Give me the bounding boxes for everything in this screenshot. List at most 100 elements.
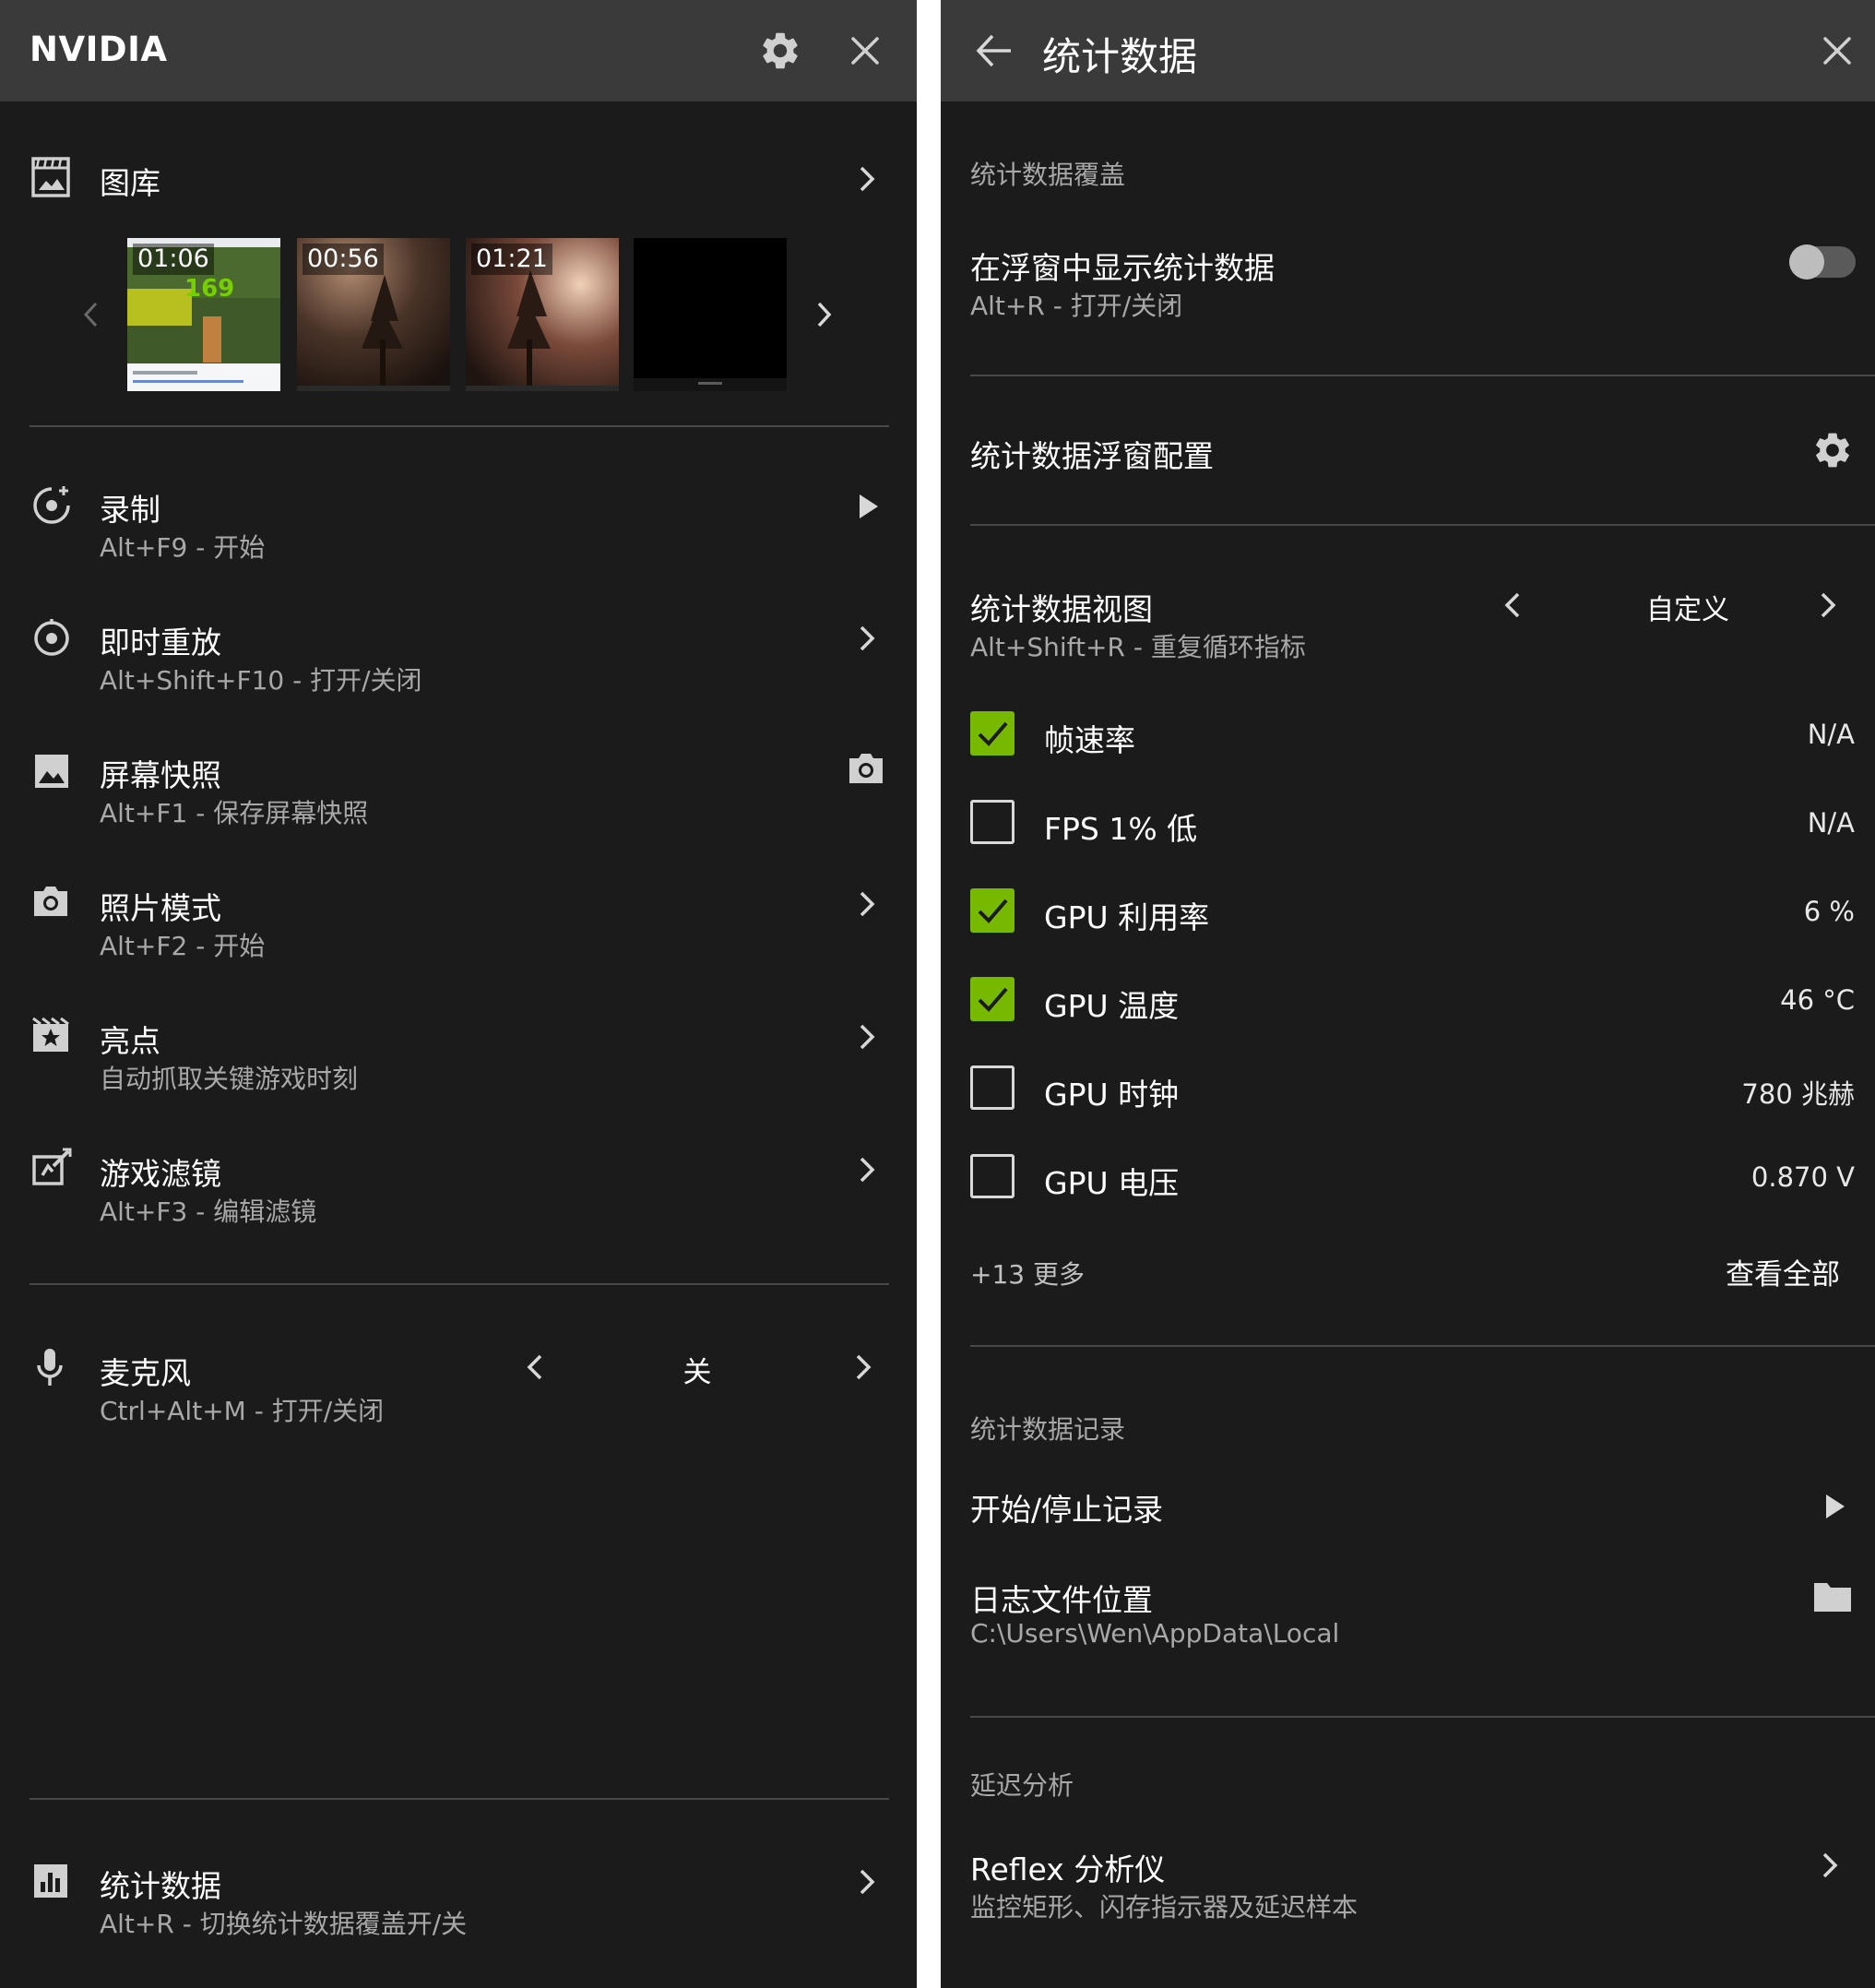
overlay-config-label: 统计数据浮窗配置 — [970, 438, 1214, 474]
microphone-prev-icon[interactable] — [524, 1352, 546, 1382]
menu-shortcut: Alt+F1 - 保存屏幕快照 — [100, 798, 369, 828]
chevron-right-icon[interactable] — [1819, 1851, 1841, 1880]
start-stop-recording-row[interactable]: 开始/停止记录 — [941, 1480, 1875, 1535]
metric-value: N/A — [1807, 807, 1855, 839]
menu-item-photo-mode[interactable]: 照片模式 Alt+F2 - 开始 — [0, 869, 917, 970]
stats-view-next-icon[interactable] — [1817, 590, 1839, 620]
gallery-row[interactable]: 图库 — [0, 138, 917, 221]
thumbnail-fps-readout: 169 — [184, 275, 235, 303]
show-in-overlay-toggle[interactable] — [1789, 244, 1856, 280]
chevron-right-icon[interactable] — [856, 889, 878, 919]
chevron-right-icon[interactable] — [856, 1022, 878, 1052]
statistics-chart-icon — [33, 1863, 68, 1899]
menu-item-game-filter[interactable]: 游戏滤镜 Alt+F3 - 编辑滤镜 — [0, 1135, 917, 1236]
camera-icon[interactable] — [847, 751, 885, 786]
metric-label: FPS 1% 低 — [1044, 811, 1198, 847]
statistics-panel: 统计数据 统计数据覆盖 在浮窗中显示统计数据 Alt+R - 打开/关闭 统计数… — [941, 0, 1875, 1988]
play-icon[interactable] — [858, 493, 880, 520]
menu-shortcut: Alt+F3 - 编辑滤镜 — [100, 1196, 317, 1227]
menu-label: 录制 — [100, 492, 160, 528]
microphone-next-icon[interactable] — [852, 1352, 874, 1382]
menu-item-instant-replay[interactable]: 即时重放 Alt+Shift+F10 - 打开/关闭 — [0, 603, 917, 705]
image-icon — [33, 753, 70, 790]
microphone-shortcut: Ctrl+Alt+M - 打开/关闭 — [100, 1396, 385, 1426]
metric-checkbox-checked[interactable] — [970, 888, 1015, 933]
gallery-scroll-right-icon[interactable] — [813, 301, 834, 328]
settings-gear-icon[interactable] — [1811, 429, 1854, 471]
menu-label: 即时重放 — [100, 625, 221, 661]
divider — [30, 1283, 889, 1285]
menu-item-highlights[interactable]: 亮点 自动抓取关键游戏时刻 — [0, 1002, 917, 1103]
metric-checkbox-unchecked[interactable] — [970, 1065, 1015, 1110]
reflex-analyzer-description: 监控矩形、闪存指示器及延迟样本 — [970, 1892, 1359, 1923]
divider — [970, 1345, 1875, 1347]
log-file-location-label: 日志文件位置 — [970, 1582, 1153, 1618]
microphone-icon — [35, 1347, 65, 1387]
nvidia-overlay-panel: NVIDIA 图库 169 01:06 00:56 01:21 录制 Alt+F… — [0, 0, 917, 1988]
metric-label: GPU 温度 — [1044, 988, 1180, 1024]
log-file-location-row[interactable]: 日志文件位置 C:\Users\Wen\AppData\Local — [941, 1572, 1875, 1664]
gallery-thumbnail-2[interactable]: 00:56 — [297, 238, 450, 391]
reflex-analyzer-row[interactable]: Reflex 分析仪 监控矩形、闪存指示器及延迟样本 — [941, 1839, 1875, 1932]
gallery-label: 图库 — [100, 165, 160, 201]
section-heading-recording: 统计数据记录 — [970, 1414, 1126, 1445]
divider — [30, 425, 889, 427]
metric-value: 6 % — [1803, 896, 1855, 927]
menu-label: 游戏滤镜 — [100, 1156, 221, 1192]
gallery-thumbnail-1[interactable]: 169 01:06 — [127, 238, 280, 391]
right-title-bar: 统计数据 — [941, 0, 1875, 101]
gallery-chevron-right-icon[interactable] — [856, 164, 878, 194]
menu-shortcut: Alt+F2 - 开始 — [100, 931, 266, 961]
metric-value: 46 °C — [1780, 984, 1855, 1016]
reflex-analyzer-label: Reflex 分析仪 — [970, 1851, 1166, 1887]
divider — [970, 524, 1875, 526]
metric-value: 0.870 V — [1750, 1161, 1855, 1193]
menu-shortcut: 自动抓取关键游戏时刻 — [100, 1064, 359, 1094]
stats-view-prev-icon[interactable] — [1501, 590, 1524, 620]
metric-label: GPU 利用率 — [1044, 899, 1210, 935]
gallery-icon — [31, 157, 70, 197]
show-in-overlay-row: 在浮窗中显示统计数据 Alt+R - 打开/关闭 — [941, 234, 1875, 327]
metric-row-fps-low[interactable]: FPS 1% 低 N/A — [941, 799, 1875, 851]
menu-item-record[interactable]: 录制 Alt+F9 - 开始 — [0, 470, 917, 572]
metric-label: 帧速率 — [1044, 722, 1135, 758]
chevron-right-icon[interactable] — [856, 624, 878, 653]
gallery-thumbnail-3[interactable]: 01:21 — [466, 238, 619, 391]
instant-replay-icon — [31, 618, 72, 659]
gallery-thumbnail-4[interactable] — [634, 238, 787, 391]
show-in-overlay-shortcut: Alt+R - 打开/关闭 — [970, 291, 1183, 321]
metric-row-gpu-utilization[interactable]: GPU 利用率 6 % — [941, 887, 1875, 939]
statistics-label: 统计数据 — [100, 1868, 221, 1904]
left-title-bar: NVIDIA — [0, 0, 917, 101]
stats-view-value: 自定义 — [1646, 594, 1729, 626]
settings-gear-icon[interactable] — [758, 29, 802, 73]
filter-icon — [31, 1148, 72, 1186]
metric-checkbox-checked[interactable] — [970, 711, 1015, 756]
metric-row-gpu-temperature[interactable]: GPU 温度 46 °C — [941, 976, 1875, 1028]
stats-view-row: 统计数据视图 Alt+Shift+R - 重复循环指标 自定义 — [941, 579, 1875, 672]
metric-row-gpu-voltage[interactable]: GPU 电压 0.870 V — [941, 1153, 1875, 1205]
log-file-path: C:\Users\Wen\AppData\Local — [970, 1618, 1340, 1649]
back-arrow-icon[interactable] — [976, 33, 1013, 68]
metric-label: GPU 电压 — [1044, 1165, 1180, 1201]
view-all-button[interactable]: 查看全部 — [1726, 1251, 1840, 1292]
overlay-config-row[interactable]: 统计数据浮窗配置 — [941, 424, 1875, 480]
stats-view-label: 统计数据视图 — [970, 591, 1153, 627]
metric-row-gpu-clock[interactable]: GPU 时钟 780 兆赫 — [941, 1065, 1875, 1116]
metric-checkbox-unchecked[interactable] — [970, 1154, 1015, 1198]
folder-icon[interactable] — [1813, 1581, 1852, 1613]
close-icon[interactable] — [1821, 34, 1854, 67]
more-metrics-count: +13 更多 — [970, 1259, 1085, 1290]
stats-view-shortcut: Alt+Shift+R - 重复循环指标 — [970, 632, 1306, 662]
chevron-right-icon[interactable] — [856, 1867, 878, 1897]
menu-item-screenshot[interactable]: 屏幕快照 Alt+F1 - 保存屏幕快照 — [0, 736, 917, 838]
metric-checkbox-unchecked[interactable] — [970, 800, 1015, 844]
close-icon[interactable] — [848, 34, 882, 67]
play-icon[interactable] — [1824, 1493, 1846, 1520]
menu-label: 亮点 — [100, 1023, 160, 1059]
chevron-right-icon[interactable] — [856, 1155, 878, 1184]
gallery-scroll-left-icon[interactable] — [81, 301, 101, 328]
metric-checkbox-checked[interactable] — [970, 977, 1015, 1021]
metric-row-frame-rate[interactable]: 帧速率 N/A — [941, 710, 1875, 762]
menu-item-statistics[interactable]: 统计数据 Alt+R - 切换统计数据覆盖开/关 — [0, 1847, 917, 1948]
